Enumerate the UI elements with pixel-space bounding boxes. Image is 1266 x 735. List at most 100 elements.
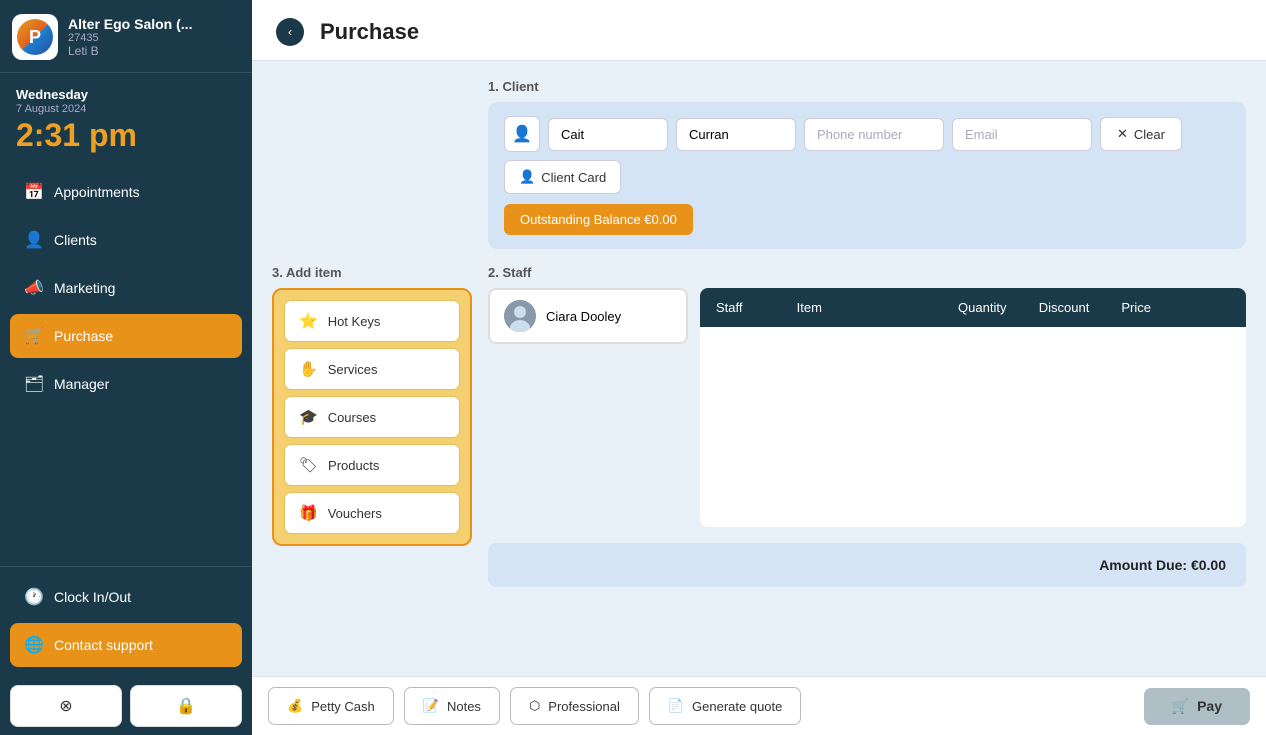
clear-client-button[interactable]: ✕ Clear [1100,117,1182,151]
app-id: 27435 [68,32,192,44]
support-icon: 🌐 [24,635,44,655]
client-section-wrapper: 1. Client 👤 ✕ Clear [488,79,1246,249]
sidebar-user: Leti B [68,44,192,58]
sidebar-item-marketing[interactable]: 📣 Marketing [10,266,242,310]
staff-avatar [504,300,536,332]
main-header: ‹ Purchase [252,0,1266,61]
clients-icon: 👤 [24,230,44,250]
sidebar-bottom: 🕐 Clock In/Out 🌐 Contact support [0,566,252,677]
x-icon: ✕ [1117,126,1128,142]
sidebar-item-appointments[interactable]: 📅 Appointments [10,170,242,214]
table-body [700,327,1246,527]
appointments-icon: 📅 [24,182,44,202]
marketing-icon: 📣 [24,278,44,298]
collapse-sidebar-button[interactable]: ‹ [276,18,304,46]
main-footer: 💰 Petty Cash 📝 Notes ⬡ Professional 📄 Ge… [252,676,1266,735]
chevron-left-icon: ‹ [288,25,292,39]
staff-avatar-image [504,300,536,332]
right-panel: 1. Client 👤 ✕ Clear [488,79,1246,658]
generate-quote-button[interactable]: 📄 Generate quote [649,687,802,725]
services-button[interactable]: ✋ Services [284,348,460,390]
sidebar-item-appointments-label: Appointments [54,184,140,200]
sidebar-item-purchase[interactable]: 🛒 Purchase [10,314,242,358]
products-button[interactable]: 🏷 Products [284,444,460,486]
sidebar-item-support-label: Contact support [54,637,153,653]
hot-keys-button[interactable]: ⭐ Hot Keys [284,300,460,342]
add-item-label: 3. Add item [272,265,472,280]
petty-cash-icon: 💰 [287,698,303,714]
outstanding-balance-button[interactable]: Outstanding Balance €0.00 [504,204,693,235]
services-icon: ✋ [299,360,318,378]
outstanding-label: Outstanding Balance €0.00 [520,212,677,227]
sidebar-time: Wednesday 7 August 2024 2:31 pm [0,73,252,164]
add-item-section: ⭐ Hot Keys ✋ Services 🎓 Courses 🏷 Produc… [272,288,472,546]
client-section-label: 1. Client [488,79,1246,94]
sidebar-date: 7 August 2024 [16,103,236,115]
generate-quote-icon: 📄 [668,698,684,714]
client-card-button[interactable]: 👤 Client Card [504,160,621,194]
petty-cash-button[interactable]: 💰 Petty Cash [268,687,394,725]
client-section: 👤 ✕ Clear 👤 Client Card [488,102,1246,249]
client-avatar-button[interactable]: 👤 [504,116,540,152]
add-item-panel: 3. Add item ⭐ Hot Keys ✋ Services 🎓 Cour… [272,79,472,658]
sidebar-item-purchase-label: Purchase [54,328,113,344]
staff-name: Ciara Dooley [546,309,621,324]
lock-icon: 🔒 [176,696,196,716]
products-icon: 🏷 [299,456,318,474]
sidebar-item-contact-support[interactable]: 🌐 Contact support [10,623,242,667]
client-inputs: 👤 ✕ Clear 👤 Client Card [504,116,1230,194]
professional-button[interactable]: ⬡ Professional [510,687,639,725]
notes-icon: 📝 [423,698,439,714]
client-first-name-input[interactable] [548,118,668,151]
client-card-label: Client Card [541,170,606,185]
client-email-input[interactable] [952,118,1092,151]
courses-button[interactable]: 🎓 Courses [284,396,460,438]
sidebar-footer-buttons: ⊗ 🔒 [0,677,252,735]
purchase-icon: 🛒 [24,326,44,346]
sidebar-clock: 2:31 pm [16,117,236,154]
client-phone-input[interactable] [804,118,944,151]
staff-section-label: 2. Staff [488,265,1246,280]
lock-button[interactable]: 🔒 [130,685,242,727]
professional-label: Professional [548,699,620,714]
sidebar-header: P Alter Ego Salon (... 27435 Leti B [0,0,252,73]
main-body: 3. Add item ⭐ Hot Keys ✋ Services 🎓 Cour… [252,61,1266,676]
services-label: Services [328,362,378,377]
col-quantity: Quantity [942,288,1023,327]
hot-keys-label: Hot Keys [328,314,381,329]
pay-label: Pay [1197,698,1222,714]
generate-quote-label: Generate quote [692,699,782,714]
vouchers-button[interactable]: 🎁 Vouchers [284,492,460,534]
pay-button[interactable]: 🛒 Pay [1144,688,1250,725]
hot-keys-icon: ⭐ [299,312,318,330]
sidebar-item-manager-label: Manager [54,376,109,392]
sidebar-item-clients-label: Clients [54,232,97,248]
courses-label: Courses [328,410,376,425]
app-name: Alter Ego Salon (... [68,16,192,32]
products-label: Products [328,458,379,473]
clock-icon: 🕐 [24,587,44,607]
client-last-name-input[interactable] [676,118,796,151]
staff-section-wrapper: 2. Staff Ciara [488,265,1246,527]
sidebar-day: Wednesday [16,87,236,102]
sidebar-item-marketing-label: Marketing [54,280,115,296]
staff-left: Ciara Dooley [488,288,688,344]
petty-cash-label: Petty Cash [311,699,375,714]
person-icon: 👤 [512,124,532,144]
page-title: Purchase [320,19,419,45]
notes-button[interactable]: 📝 Notes [404,687,500,725]
sidebar-nav: 📅 Appointments 👤 Clients 📣 Marketing 🛒 P… [0,164,252,566]
manager-icon: 🗂 [24,374,44,394]
col-actions [1186,288,1246,327]
professional-icon: ⬡ [529,698,540,714]
staff-card[interactable]: Ciara Dooley [488,288,688,344]
vouchers-label: Vouchers [328,506,382,521]
clear-label: Clear [1134,127,1165,142]
col-item: Item [781,288,942,327]
col-staff: Staff [700,288,781,327]
close-session-button[interactable]: ⊗ [10,685,122,727]
sidebar-item-clients[interactable]: 👤 Clients [10,218,242,262]
sidebar-item-manager[interactable]: 🗂 Manager [10,362,242,406]
table-header: Staff Item Quantity Discount Price [700,288,1246,327]
sidebar-item-clock-in-out[interactable]: 🕐 Clock In/Out [10,575,242,619]
